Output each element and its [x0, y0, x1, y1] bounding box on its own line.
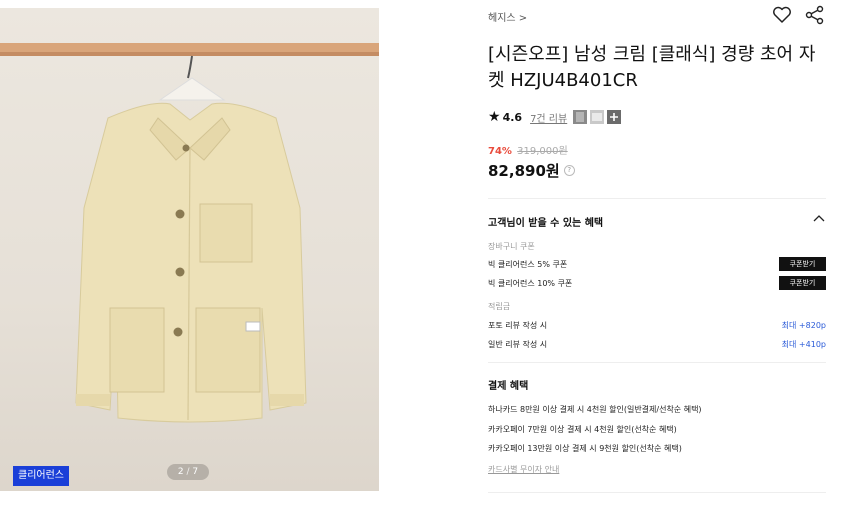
pager-separator: /	[186, 467, 190, 477]
pager-current: 2	[177, 467, 184, 477]
divider	[488, 362, 826, 363]
payment-benefit-item: 카카오페이 13만원 이상 결제 시 9천원 할인(선착순 혜택)	[488, 444, 682, 453]
brand-link[interactable]: 헤지스 >	[488, 9, 527, 24]
pager-total: 7	[192, 467, 199, 477]
get-coupon-button[interactable]: 쿠폰받기	[779, 257, 826, 271]
discount-rate: 74%	[488, 146, 512, 157]
price-row: 82,890원 ?	[488, 160, 575, 181]
clearance-badge: 클리어런스	[13, 466, 69, 486]
product-title: [시즌오프] 남성 크림 [클래식] 경량 초어 자켓 HZJU4B401CR	[488, 44, 816, 91]
rating-row: ★ 4.6 7건 리뷰	[488, 108, 624, 126]
jacket-illustration	[0, 43, 379, 423]
get-coupon-button[interactable]: 쿠폰받기	[779, 276, 826, 290]
points-section-label: 적립금	[488, 302, 511, 311]
rating-value: 4.6	[502, 110, 523, 124]
original-price: 319,000원	[517, 146, 568, 157]
sale-price: 82,890원	[488, 162, 560, 180]
review-thumbnail[interactable]	[590, 110, 605, 124]
discount-row: 74% 319,000원	[488, 142, 568, 157]
product-image[interactable]: 클리어런스 2 / 7	[0, 8, 379, 491]
point-label: 일반 리뷰 작성 시	[488, 340, 548, 349]
help-icon[interactable]: ?	[563, 165, 575, 176]
card-installment-link[interactable]: 카드사별 무이자 안내	[488, 464, 559, 475]
chevron-up-icon[interactable]	[813, 214, 825, 222]
payment-benefit-item: 하나카드 8만원 이상 결제 시 4천원 할인(일반결제/선착순 혜택)	[488, 405, 702, 414]
payment-benefit-item: 카카오페이 7만원 이상 결제 시 4천원 할인(선착순 혜택)	[488, 425, 677, 434]
coupon-label: 빅 클리어런스 10% 쿠폰	[488, 279, 573, 288]
divider	[488, 492, 826, 493]
payment-benefits-title: 결제 혜택	[488, 381, 529, 392]
point-value: 최대 +820p	[781, 321, 826, 330]
share-icon[interactable]	[804, 4, 826, 26]
image-pager: 2 / 7	[167, 464, 209, 480]
benefits-title: 고객님이 받을 수 있는 혜택	[488, 218, 604, 229]
coupon-section-label: 장바구니 쿠폰	[488, 242, 535, 251]
review-link[interactable]: 7건 리뷰	[530, 110, 567, 125]
point-value: 최대 +410p	[781, 340, 826, 349]
heart-icon[interactable]	[771, 4, 793, 26]
review-thumbnail-more[interactable]	[607, 110, 622, 124]
star-icon: ★	[488, 109, 501, 125]
divider	[488, 198, 826, 199]
review-thumbnail[interactable]	[573, 110, 588, 124]
coupon-label: 빅 클리어런스 5% 쿠폰	[488, 260, 568, 269]
point-label: 포토 리뷰 작성 시	[488, 321, 548, 330]
